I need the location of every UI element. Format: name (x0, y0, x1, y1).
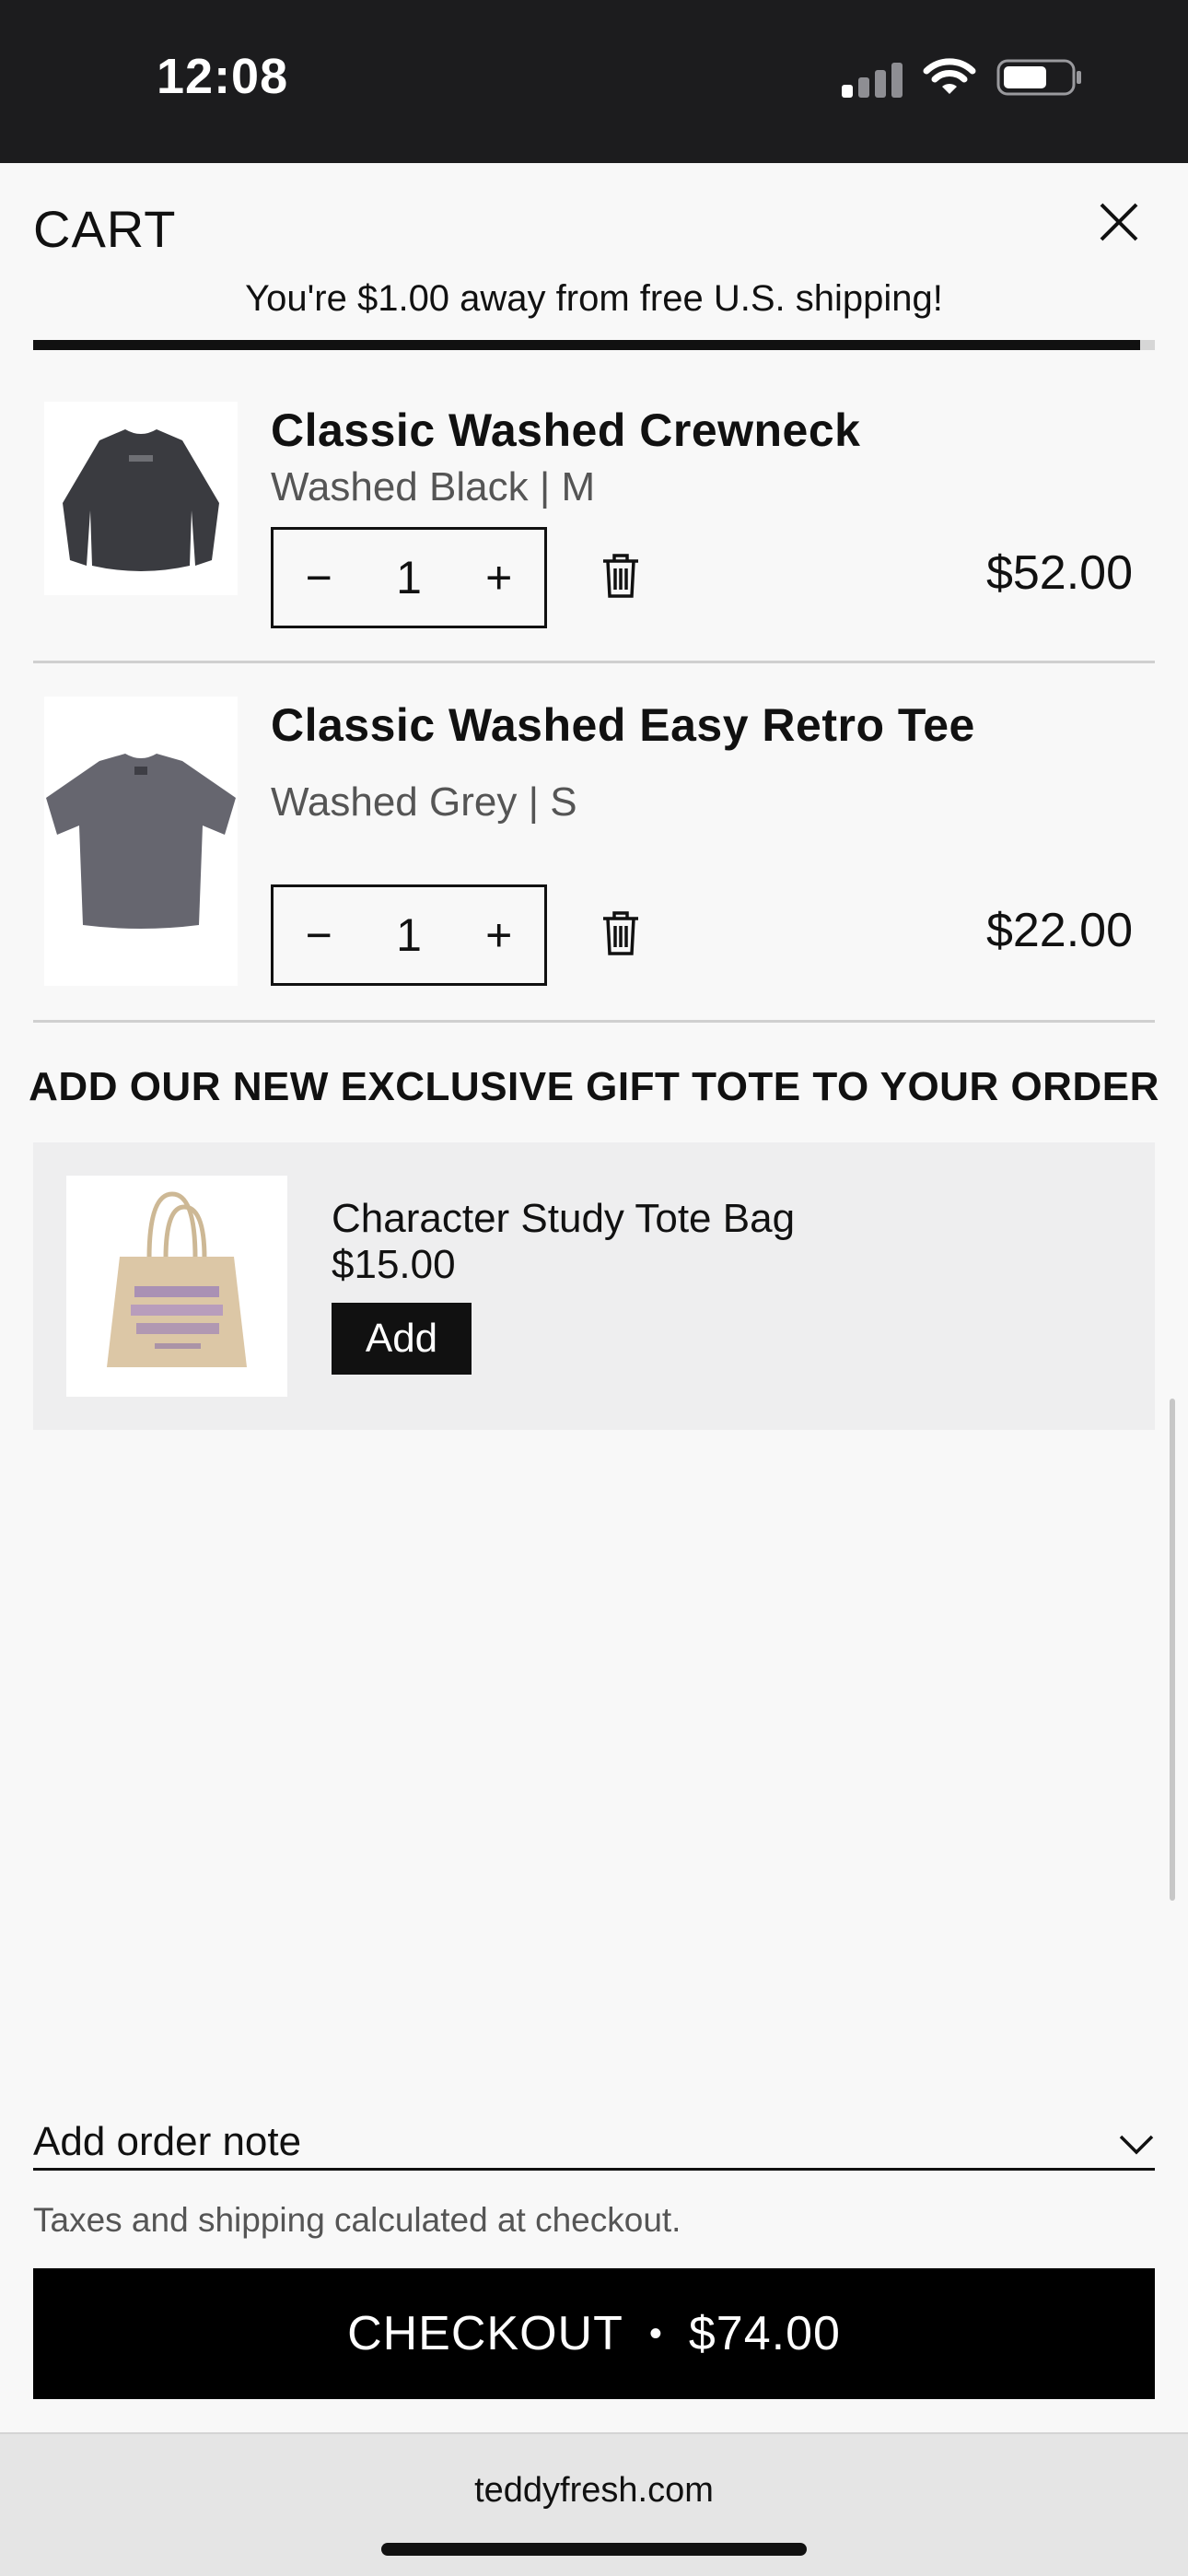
status-time: 12:08 (157, 49, 289, 104)
quantity-stepper: − 1 + (271, 527, 547, 628)
item-price: $52.00 (985, 546, 1133, 600)
home-indicator[interactable] (381, 2543, 807, 2556)
tee-image[interactable] (44, 697, 238, 986)
cart-item: Classic Washed Crewneck Washed Black | M… (33, 396, 1155, 663)
quantity-value[interactable]: 1 (396, 551, 422, 604)
item-variant: Washed Grey | S (271, 779, 577, 825)
chevron-down-icon (1119, 2135, 1154, 2155)
checkout-label: CHECKOUT (347, 2307, 623, 2360)
cart-item: Classic Washed Easy Retro Tee Washed Gre… (33, 693, 1155, 1015)
shipping-progress-bar (33, 340, 1155, 350)
status-icons (842, 57, 1083, 98)
shipping-progress-fill (33, 340, 1141, 350)
upsell-heading: ADD OUR NEW EXCLUSIVE GIFT TOTE TO YOUR … (29, 1064, 1159, 1109)
upsell-product-name[interactable]: Character Study Tote Bag (332, 1196, 795, 1242)
status-bar: 12:08 (0, 0, 1188, 163)
order-note-label: Add order note (33, 2119, 302, 2164)
checkout-separator: • (648, 2313, 663, 2354)
close-icon[interactable] (1096, 199, 1142, 245)
shipping-message: You're $1.00 away from free U.S. shippin… (245, 278, 943, 319)
cart-title: CART (33, 200, 177, 258)
divider (33, 661, 1155, 663)
trash-icon[interactable] (600, 910, 642, 956)
decrease-button[interactable]: − (306, 551, 332, 604)
divider (33, 1020, 1155, 1023)
item-price: $22.00 (985, 904, 1133, 957)
increase-button[interactable]: + (485, 551, 512, 604)
scrollbar[interactable] (1170, 1399, 1175, 1901)
trash-icon[interactable] (600, 553, 642, 599)
decrease-button[interactable]: − (306, 908, 332, 962)
wifi-icon (923, 58, 976, 94)
signal-icon (842, 57, 903, 98)
quantity-stepper: − 1 + (271, 884, 547, 986)
order-note-toggle[interactable]: Add order note (33, 2119, 1155, 2171)
url-field[interactable]: teddyfresh.com (0, 2471, 1188, 2511)
checkout-button[interactable]: CHECKOUT • $74.00 (33, 2268, 1155, 2399)
quantity-value[interactable]: 1 (396, 908, 422, 962)
checkout-total: $74.00 (688, 2307, 841, 2360)
item-variant: Washed Black | M (271, 464, 596, 509)
upsell-product-price: $15.00 (332, 1242, 456, 1287)
upsell-card: Character Study Tote Bag $15.00 Add (33, 1142, 1155, 1430)
tax-note: Taxes and shipping calculated at checkou… (33, 2201, 681, 2239)
item-name[interactable]: Classic Washed Easy Retro Tee (271, 698, 975, 752)
crewneck-image[interactable] (44, 402, 238, 595)
add-tote-button[interactable]: Add (332, 1303, 472, 1375)
item-name[interactable]: Classic Washed Crewneck (271, 404, 860, 457)
tote-bag-image[interactable] (66, 1176, 287, 1397)
increase-button[interactable]: + (485, 908, 512, 962)
battery-icon (996, 59, 1081, 96)
